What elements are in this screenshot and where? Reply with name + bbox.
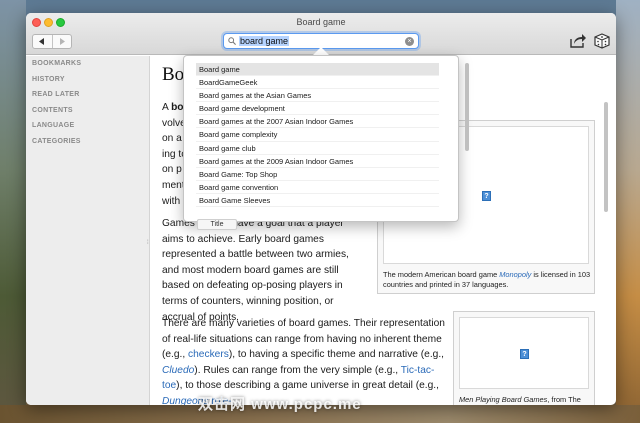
monopoly-link[interactable]: Monopoly (499, 270, 531, 279)
intro-line-1: A bo (162, 102, 184, 113)
intro-line-7: with (162, 195, 181, 207)
suggestion-item[interactable]: Board game convention (196, 181, 439, 194)
suggestions-column-header[interactable]: Title (197, 219, 237, 230)
forward-button[interactable] (51, 35, 71, 48)
varieties-text-3: ). Rules can range from the very simple … (194, 364, 401, 376)
desktop-background-right (616, 0, 640, 423)
varieties-text-2: ), to having a specific theme and narrat… (228, 349, 444, 361)
sidebar-list: BOOKMARKS HISTORY READ LATER CONTENTS LA… (26, 56, 149, 149)
suggestions-popover-arrow (313, 47, 329, 55)
chevron-left-icon (39, 38, 45, 45)
men-playing-image[interactable]: ? (459, 317, 589, 389)
search-icon (228, 37, 236, 45)
article-paragraph-goals: Games usually have a goal that a player … (162, 218, 349, 323)
sidebar-item-bookmarks[interactable]: BOOKMARKS (26, 56, 149, 72)
window-title: Board game (296, 17, 346, 27)
article-paragraph-varieties: There are many varieties of board games.… (162, 316, 445, 405)
men-playing-caption: Men Playing Board Games, from The (459, 395, 593, 405)
suggestions-list: Board game BoardGameGeek Board games at … (196, 63, 439, 208)
varieties-text-4: ), to those describing a game universe i… (176, 380, 439, 392)
suggestion-item[interactable]: Board games at the 2009 Asian Indoor Gam… (196, 155, 439, 168)
chevron-right-icon (59, 38, 65, 45)
suggestion-item[interactable]: Board game (196, 63, 439, 77)
sidebar: BOOKMARKS HISTORY READ LATER CONTENTS LA… (26, 56, 150, 405)
article-title: Bo (162, 64, 185, 85)
missing-image-icon: ? (520, 349, 529, 359)
suggestion-item[interactable]: Board Game Sleeves (196, 194, 439, 208)
suggestion-item[interactable]: Board game development (196, 102, 439, 116)
sidebar-item-contents[interactable]: CONTENTS (26, 103, 149, 119)
article-scrollbar[interactable] (604, 102, 608, 212)
suggestion-item[interactable]: Board games at the 2007 Asian Indoor Gam… (196, 115, 439, 129)
checkers-link[interactable]: checkers (188, 349, 229, 360)
clear-search-icon[interactable]: × (405, 37, 414, 46)
men-playing-figure: ? Men Playing Board Games, from The (453, 311, 595, 405)
suggestion-item[interactable]: Board game complexity (196, 128, 439, 142)
split-view-handle[interactable]: ⁞ (147, 240, 150, 246)
back-button[interactable] (33, 35, 52, 48)
search-suggestions-popover: Board game BoardGameGeek Board games at … (183, 55, 469, 230)
suggestions-scrollbar[interactable] (465, 63, 469, 151)
navigation-buttons (32, 34, 72, 49)
intro-line-3: on a (162, 133, 182, 145)
suggestion-item[interactable]: BoardGameGeek (196, 76, 439, 90)
sidebar-item-history[interactable]: HISTORY (26, 72, 149, 88)
men-playing-caption-title: Men Playing Board Games (459, 395, 548, 404)
app-window: Board game board game × BOOKMARKS HISTOR… (26, 13, 616, 405)
desktop-background-left (0, 0, 26, 423)
cluedo-link[interactable]: Cluedo (162, 365, 194, 376)
share-icon[interactable] (569, 33, 587, 49)
sidebar-item-language[interactable]: LANGUAGE (26, 118, 149, 134)
missing-image-icon: ? (482, 191, 491, 201)
suggestion-item[interactable]: Board game club (196, 142, 439, 155)
suggestion-item[interactable]: Board games at the Asian Games (196, 89, 439, 103)
sidebar-item-categories[interactable]: CATEGORIES (26, 134, 149, 150)
search-input[interactable]: board game (239, 36, 290, 46)
monopoly-caption-pre: The modern American board game (383, 270, 500, 279)
watermark-text: 双击网 www.pcpc.me (198, 396, 362, 413)
men-playing-caption-post: , from The (547, 395, 581, 404)
dice-icon[interactable] (593, 33, 611, 49)
intro-bold-word: bo (171, 102, 184, 113)
sidebar-item-read-later[interactable]: READ LATER (26, 87, 149, 103)
intro-line-5: on p (162, 164, 182, 176)
suggestion-item[interactable]: Board Game: Top Shop (196, 168, 439, 181)
intro-line-6: ment (162, 179, 185, 191)
monopoly-caption: The modern American board game Monopoly … (383, 270, 591, 289)
